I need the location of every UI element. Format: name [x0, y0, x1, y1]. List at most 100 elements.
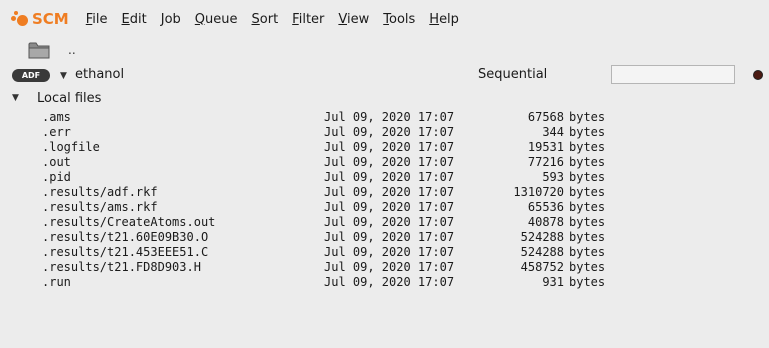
file-size: 65536	[527, 200, 564, 214]
file-name: .results/CreateAtoms.out	[42, 215, 216, 229]
chevron-down-icon[interactable]: ▼	[12, 93, 32, 103]
file-size: 19531	[527, 140, 564, 154]
job-name[interactable]: ethanol	[75, 67, 124, 82]
file-name: .pid	[42, 170, 71, 184]
file-row[interactable]: .out Jul 09, 2020 17:07 77216 bytes	[0, 155, 769, 170]
file-name: .results/t21.60E09B30.O	[42, 230, 209, 244]
file-date: Jul 09, 2020 17:07	[324, 110, 455, 124]
menu-item[interactable]: Help	[429, 12, 459, 27]
menu-label: iew	[347, 11, 370, 27]
menu-item[interactable]: Sort	[252, 12, 279, 27]
menu-item[interactable]: View	[338, 12, 369, 27]
menu-item[interactable]: Queue	[195, 12, 238, 27]
scm-logo: SCM	[11, 10, 69, 28]
file-row[interactable]: .results/t21.FD8D903.H Jul 09, 2020 17:07…	[0, 260, 769, 275]
menu-label: ob	[164, 11, 181, 27]
file-row[interactable]: .run Jul 09, 2020 17:07 931 bytes	[0, 275, 769, 290]
file-date: Jul 09, 2020 17:07	[324, 155, 455, 169]
file-date: Jul 09, 2020 17:07	[324, 215, 455, 229]
file-name: .results/t21.453EEE51.C	[42, 245, 209, 259]
queue-mode-label[interactable]: Sequential	[478, 67, 547, 82]
file-name: .results/adf.rkf	[42, 185, 158, 199]
file-row[interactable]: .results/t21.60E09B30.O Jul 09, 2020 17:0…	[0, 230, 769, 245]
file-name: .out	[42, 155, 71, 169]
file-date: Jul 09, 2020 17:07	[324, 200, 455, 214]
file-row[interactable]: .results/CreateAtoms.out Jul 09, 2020 17:…	[0, 215, 769, 230]
file-date: Jul 09, 2020 17:07	[324, 245, 455, 259]
parent-folder-label[interactable]: ..	[68, 43, 76, 57]
file-size: 524288	[520, 245, 564, 259]
file-size-unit: bytes	[569, 230, 606, 244]
file-size-unit: bytes	[569, 170, 606, 184]
menu-item[interactable]: Tools	[383, 12, 415, 27]
file-size: 1310720	[513, 185, 564, 199]
file-date: Jul 09, 2020 17:07	[324, 125, 455, 139]
file-date: Jul 09, 2020 17:07	[324, 275, 455, 289]
local-files-header[interactable]: ▼ Local files	[12, 89, 101, 107]
file-size: 524288	[520, 230, 564, 244]
file-name: .logfile	[42, 140, 100, 154]
menu-item[interactable]: Job	[161, 12, 181, 27]
file-name: .results/ams.rkf	[42, 200, 158, 214]
file-row[interactable]: .pid Jul 09, 2020 17:07 593 bytes	[0, 170, 769, 185]
job-status-indicator	[753, 70, 763, 80]
file-size-unit: bytes	[569, 200, 606, 214]
file-name: .results/t21.FD8D903.H	[42, 260, 201, 274]
menu-accelerator: H	[429, 11, 440, 27]
local-files-label: Local files	[37, 90, 102, 106]
menu-bar: SCM File Edit Job Queue Sort Filter View Tools H…	[0, 0, 769, 38]
menu-label: ueue	[205, 11, 238, 27]
adf-badge[interactable]: ADF	[12, 69, 50, 82]
file-size-unit: bytes	[569, 140, 606, 154]
file-size-unit: bytes	[569, 155, 606, 169]
file-size: 67568	[527, 110, 564, 124]
file-date: Jul 09, 2020 17:07	[324, 170, 455, 184]
file-row[interactable]: .err Jul 09, 2020 17:07 344 bytes	[0, 125, 769, 140]
menu-label: elp	[439, 11, 459, 27]
logo-text: SCM	[32, 10, 69, 28]
menu-item[interactable]: File	[86, 12, 108, 27]
queue-input[interactable]	[611, 65, 735, 84]
menu-accelerator: S	[251, 11, 260, 27]
file-size-unit: bytes	[569, 125, 606, 139]
menu-accelerator: Q	[194, 11, 206, 27]
file-size: 458752	[520, 260, 564, 274]
menu-accelerator: V	[338, 11, 347, 27]
menu-label: dit	[129, 11, 147, 27]
menu-label: ile	[92, 11, 108, 27]
scm-logo-icon	[11, 11, 31, 27]
file-row[interactable]: .logfile Jul 09, 2020 17:07 19531 bytes	[0, 140, 769, 155]
file-size-unit: bytes	[569, 185, 606, 199]
file-row[interactable]: .results/t21.453EEE51.C Jul 09, 2020 17:0…	[0, 245, 769, 260]
file-date: Jul 09, 2020 17:07	[324, 185, 455, 199]
menu-item[interactable]: Edit	[122, 12, 147, 27]
chevron-down-icon[interactable]: ▼	[60, 71, 67, 81]
file-size: 931	[542, 275, 564, 289]
file-date: Jul 09, 2020 17:07	[324, 230, 455, 244]
menu-label: ools	[388, 11, 416, 27]
file-row[interactable]: .results/adf.rkf Jul 09, 2020 17:07 131072…	[0, 185, 769, 200]
file-size-unit: bytes	[569, 215, 606, 229]
folder-icon[interactable]	[28, 41, 50, 59]
file-size-unit: bytes	[569, 245, 606, 259]
job-row: ADF ▼ ethanol Sequential	[0, 64, 769, 88]
menu-label: ilter	[298, 11, 325, 27]
parent-folder-row[interactable]: ..	[28, 38, 76, 62]
file-name: .run	[42, 275, 71, 289]
file-row[interactable]: .results/ams.rkf Jul 09, 2020 17:07 65536 b…	[0, 200, 769, 215]
file-row[interactable]: .ams Jul 09, 2020 17:07 67568 bytes	[0, 110, 769, 125]
file-date: Jul 09, 2020 17:07	[324, 140, 455, 154]
file-size: 77216	[527, 155, 564, 169]
file-date: Jul 09, 2020 17:07	[324, 260, 455, 274]
file-name: .err	[42, 125, 71, 139]
menu-accelerator: E	[121, 11, 130, 27]
menu-label: ort	[259, 11, 279, 27]
file-size-unit: bytes	[569, 110, 606, 124]
file-size-unit: bytes	[569, 275, 606, 289]
menu-item[interactable]: Filter	[292, 12, 324, 27]
file-name: .ams	[42, 110, 71, 124]
file-size-unit: bytes	[569, 260, 606, 274]
file-list: .ams Jul 09, 2020 17:07 67568 bytes .err Jul …	[0, 110, 769, 290]
file-size: 344	[542, 125, 564, 139]
file-size: 593	[542, 170, 564, 184]
